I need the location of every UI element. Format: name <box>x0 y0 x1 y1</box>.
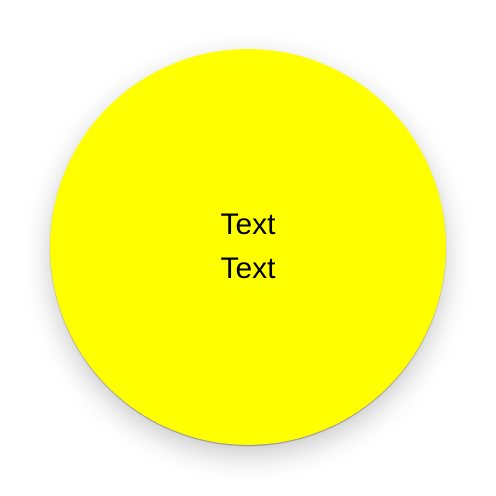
circle-text-line-2: Text <box>220 252 276 285</box>
yellow-circle[interactable]: Text Text <box>50 49 446 445</box>
circle-text-block: Text Text <box>220 203 275 291</box>
circle-text-line-1: Text <box>220 208 276 241</box>
canvas: Text Text <box>0 0 496 496</box>
